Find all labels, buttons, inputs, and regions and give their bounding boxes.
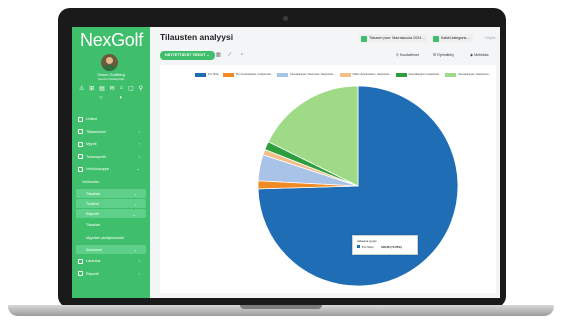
chevron-right-icon: › bbox=[134, 202, 136, 207]
grouping-button[interactable]: ☰ Ryhmittely bbox=[433, 51, 454, 60]
grouping-label: Ryhmittely bbox=[437, 53, 455, 57]
sidebar-item-label: Raportit bbox=[86, 211, 99, 216]
sidebar-item-label: Raportit bbox=[86, 271, 99, 276]
chevron-right-icon: › bbox=[138, 153, 140, 159]
sidebar-item-label: Laskutus bbox=[86, 259, 101, 264]
chart-tooltip: Jakauma tyyppi Pro Shop 318,36 (74.55%) bbox=[352, 235, 418, 255]
filters-label: Suodattimet bbox=[399, 53, 419, 57]
category-filter-label: Kaikki kategoria ... bbox=[441, 36, 471, 40]
stage: NexGolf Simon Golfberg Seuran Pääkäyttäj… bbox=[0, 0, 562, 327]
filters-button[interactable]: ⚲ Suodattimet bbox=[396, 51, 419, 60]
location-icon[interactable]: ⚲ bbox=[139, 85, 143, 92]
chevron-down-icon: ⌄ bbox=[136, 166, 140, 171]
main-content: Tilausten analyysi Tilausen pvm: Marrask… bbox=[150, 27, 500, 298]
tooltip-value: 318,36 (74.55%) bbox=[381, 244, 402, 249]
sidebar-item-label: Tiliasetukset bbox=[86, 129, 106, 134]
billing-icon bbox=[78, 258, 83, 264]
display-data-label: NÄYTETTÄVÄT TIEDOT bbox=[165, 53, 206, 57]
sales-icon bbox=[78, 141, 83, 147]
sidebar-item-tuotteet[interactable]: Tuotteet › bbox=[76, 199, 146, 208]
sidebar-item-label: Verkkokauppa bbox=[86, 167, 109, 172]
metrics-button[interactable]: ◉ Metriikka bbox=[470, 51, 489, 60]
message-icon[interactable]: ✉ bbox=[110, 85, 115, 92]
sidebar-item-asetukset[interactable]: Asetukset › bbox=[76, 245, 146, 254]
settings-icon bbox=[78, 129, 83, 135]
sidebar-item-label: Tilaukset bbox=[86, 223, 101, 228]
shop-icon bbox=[78, 166, 83, 172]
sidebar-item-raportit[interactable]: Raportit ⌄ bbox=[76, 209, 146, 218]
chevron-right-icon: › bbox=[134, 192, 136, 197]
screen: NexGolf Simon Golfberg Seuran Pääkäyttäj… bbox=[72, 27, 500, 298]
document-icon[interactable]: ▢ bbox=[128, 85, 134, 92]
sidebar-item-verkkosivu[interactable]: Verkkosivu bbox=[72, 176, 150, 189]
chart-card: Pro Shop Pro Kovaharjoitus / Harjoitusto.… bbox=[160, 65, 496, 293]
quick-icons-2: ○ ◐ bbox=[99, 95, 123, 101]
category-filter-chip[interactable]: Kaikki kategoria ... bbox=[431, 34, 474, 43]
calendar-icon[interactable]: ▤ bbox=[99, 85, 105, 92]
sidebar-item-myynti[interactable]: Myynti › bbox=[72, 138, 150, 151]
report-icon bbox=[78, 154, 83, 160]
line-chart-icon[interactable]: ⟋ bbox=[228, 51, 232, 60]
avatar-shirt bbox=[103, 65, 116, 71]
sidebar-item-label: Myynti bbox=[86, 142, 97, 147]
sidebar-item-raportit-main[interactable]: Raportit › bbox=[72, 268, 150, 281]
brand-logo[interactable]: NexGolf bbox=[80, 30, 143, 51]
sidebar-item-label: Myyntien yksityiskohdat bbox=[86, 235, 124, 240]
camera-icon bbox=[283, 16, 288, 21]
sidebar-item-laskutus[interactable]: Laskutus › bbox=[72, 255, 150, 268]
metrics-label: Metriikka bbox=[474, 53, 489, 57]
chevron-right-icon: › bbox=[138, 141, 140, 146]
sidebar-item-label: Tuotteet bbox=[86, 201, 100, 206]
chart-icon bbox=[78, 271, 83, 277]
pie-chart-icon[interactable]: ◔ bbox=[240, 51, 243, 60]
avatar[interactable] bbox=[101, 54, 118, 71]
quick-icons: ⚠ ⊞ ▤ ✉ ⌂ ▢ ⚲ bbox=[79, 85, 143, 92]
laptop-notch bbox=[240, 305, 322, 309]
sidebar-item-tulosraportit[interactable]: Tulosraportit › bbox=[72, 151, 150, 164]
user-role: Seuran Pääkäyttäjä bbox=[97, 77, 125, 81]
sidebar-item-label: Uutiset bbox=[86, 117, 98, 122]
sidebar-item-tilaukset-report[interactable]: Tilaukset bbox=[72, 219, 150, 232]
tooltip-series: Pro Shop bbox=[362, 244, 374, 249]
sidebar: NexGolf Simon Golfberg Seuran Pääkäyttäj… bbox=[72, 27, 150, 298]
bar-chart-icon[interactable]: ▥ bbox=[216, 51, 221, 60]
period-filter-chip[interactable]: Tilausen pvm: Marraskuuta 2024 ... bbox=[359, 34, 429, 43]
help-icon[interactable]: ○ bbox=[99, 95, 103, 101]
calendar-icon bbox=[361, 35, 367, 42]
more-filter-chip[interactable]: Näyttä... bbox=[485, 34, 498, 43]
chevron-right-icon: › bbox=[134, 248, 136, 253]
sidebar-item-myynti-details[interactable]: Myyntien yksityiskohdat bbox=[72, 232, 150, 245]
tooltip-heading: Jakauma tyyppi bbox=[357, 239, 377, 243]
sidebar-item-label: Tulosraportit bbox=[86, 154, 106, 159]
pie-chart bbox=[257, 85, 459, 287]
avatar-face bbox=[106, 57, 113, 64]
toggle-icon[interactable]: ◐ bbox=[119, 95, 123, 101]
sidebar-item-verkkokauppa[interactable]: Verkkokauppa ⌄ bbox=[72, 163, 150, 176]
sidebar-item-tiliasetukset[interactable]: Tiliasetukset › bbox=[72, 126, 150, 139]
home-icon[interactable]: ⌂ bbox=[120, 85, 124, 92]
chevron-right-icon: › bbox=[138, 258, 140, 263]
sidebar-item-uutiset[interactable]: Uutiset bbox=[72, 113, 150, 126]
bell-icon[interactable]: ⚠ bbox=[79, 85, 84, 92]
chevron-down-icon: ⌄ bbox=[132, 212, 136, 217]
sidebar-item-label: Tilaukset bbox=[86, 191, 101, 196]
sidebar-item-tilaukset[interactable]: Tilaukset › bbox=[76, 189, 146, 198]
period-filter-label: Tilausen pvm: Marraskuuta 2024 ... bbox=[369, 36, 426, 40]
chevron-right-icon: › bbox=[138, 270, 140, 276]
sidebar-item-label: Asetukset bbox=[86, 247, 102, 252]
sidebar-item-label: Verkkosivu bbox=[82, 179, 100, 184]
page-title: Tilausten analyysi bbox=[160, 32, 234, 42]
chevron-right-icon: › bbox=[138, 128, 140, 134]
display-data-button[interactable]: NÄYTETTÄVÄT TIEDOT ⌄ bbox=[160, 51, 215, 60]
tag-icon bbox=[433, 35, 439, 42]
sidebar-nav: Uutiset Tiliasetukset › Myynti › Tulosrapo… bbox=[72, 113, 150, 280]
grid-icon[interactable]: ⊞ bbox=[89, 85, 94, 92]
news-icon bbox=[78, 116, 83, 122]
tooltip-swatch bbox=[357, 245, 360, 248]
